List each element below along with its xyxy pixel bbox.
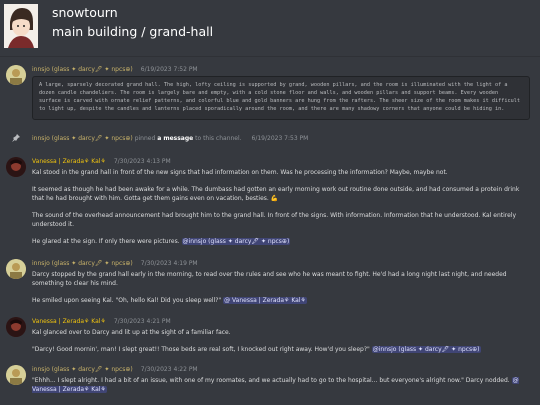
message-body: Kal glanced over to Darcy and lit up at …: [32, 328, 532, 362]
channel-avatar[interactable]: [4, 4, 38, 48]
pin-verb: pinned: [134, 135, 156, 142]
message-meta: Vanessa | Zerada⚘ Kal⚘ 7/30/2023 4:13 PM: [32, 158, 171, 165]
pin-text: innsjo (glass ✦ darcy🖋 ✦ npcs⊕) pinned a…: [32, 135, 308, 142]
paragraph: Kal stood in the grand hall in front of …: [32, 169, 448, 176]
header-divider: [0, 56, 540, 57]
pinned-message-link[interactable]: a message: [157, 135, 193, 142]
paragraph-text: "Ehhh... I slept alright. I had a bit of…: [32, 377, 510, 384]
author-name[interactable]: innsjo (glass ✦ darcy🖋 ✦ npcs⊕): [32, 260, 133, 267]
code-block: A large, sparsely decorated grand hall. …: [32, 76, 530, 120]
message-body: Darcy stopped by the grand hall early in…: [32, 270, 532, 313]
paragraph-text: He smiled upon seeing Kal. "Oh, hello Ka…: [32, 297, 222, 304]
message-body: Kal stood in the grand hall in front of …: [32, 168, 532, 254]
message-meta: innsjo (glass ✦ darcy🖋 ✦ npcs⊕) 7/30/2023…: [32, 366, 198, 373]
pin-rest: to this channel.: [195, 135, 242, 142]
timestamp: 6/19/2023 7:52 PM: [140, 66, 198, 73]
avatar[interactable]: [6, 365, 26, 385]
message-meta: innsjo (glass ✦ darcy🖋 ✦ npcs⊕) 7/30/2023…: [32, 260, 198, 267]
timestamp: 7/30/2023 4:22 PM: [140, 366, 198, 373]
paragraph: He glared at the sign. If only there wer…: [32, 237, 532, 246]
message-meta: innsjo (glass ✦ darcy🖋 ✦ npcs⊕) 6/19/2023…: [32, 66, 198, 73]
avatar[interactable]: [6, 259, 26, 279]
channel-title: snowtourn: [52, 5, 118, 20]
channel-subtitle: main building / grand-hall: [52, 24, 214, 39]
avatar[interactable]: [6, 157, 26, 177]
paragraph: It seemed as though he had been awake fo…: [32, 186, 520, 202]
author-name[interactable]: Vanessa | Zerada⚘ Kal⚘: [32, 158, 106, 165]
avatar[interactable]: [6, 65, 26, 85]
paragraph: "Darcy! Good mornin', man! I slept great…: [32, 345, 532, 354]
author-name[interactable]: Vanessa | Zerada⚘ Kal⚘: [32, 318, 106, 325]
channel-header: snowtourn main building / grand-hall: [0, 0, 540, 52]
paragraph: Kal glanced over to Darcy and lit up at …: [32, 329, 231, 336]
author-name[interactable]: innsjo (glass ✦ darcy🖋 ✦ npcs⊕): [32, 366, 133, 373]
timestamp: 6/19/2023 7:53 PM: [251, 135, 309, 142]
timestamp: 7/30/2023 4:13 PM: [113, 158, 171, 165]
user-mention[interactable]: @ Vanessa | Zerada⚘ Kal⚘: [223, 297, 307, 304]
pin-author[interactable]: innsjo (glass ✦ darcy🖋 ✦ npcs⊕): [32, 135, 133, 142]
pin-notice: innsjo (glass ✦ darcy🖋 ✦ npcs⊕) pinned a…: [0, 134, 540, 144]
paragraph: "Ehhh... I slept alright. I had a bit of…: [32, 376, 532, 394]
user-mention[interactable]: @innsjo (glass ✦ darcy🖋 ✦ npcs⊕): [371, 346, 481, 353]
pin-icon: [12, 134, 20, 144]
paragraph: The sound of the overhead announcement h…: [32, 212, 517, 228]
paragraph: He smiled upon seeing Kal. "Oh, hello Ka…: [32, 296, 532, 305]
user-mention[interactable]: @innsjo (glass ✦ darcy🖋 ✦ npcs⊕): [181, 238, 291, 245]
avatar[interactable]: [6, 317, 26, 337]
author-name[interactable]: innsjo (glass ✦ darcy🖋 ✦ npcs⊕): [32, 66, 133, 73]
paragraph: Darcy stopped by the grand hall early in…: [32, 271, 507, 287]
timestamp: 7/30/2023 4:19 PM: [140, 260, 198, 267]
message-body: "Ehhh... I slept alright. I had a bit of…: [32, 376, 532, 402]
paragraph-text: "Darcy! Good mornin', man! I slept great…: [32, 346, 370, 353]
message-meta: Vanessa | Zerada⚘ Kal⚘ 7/30/2023 4:21 PM: [32, 318, 171, 325]
timestamp: 7/30/2023 4:21 PM: [113, 318, 171, 325]
paragraph-text: He glared at the sign. If only there wer…: [32, 238, 180, 245]
